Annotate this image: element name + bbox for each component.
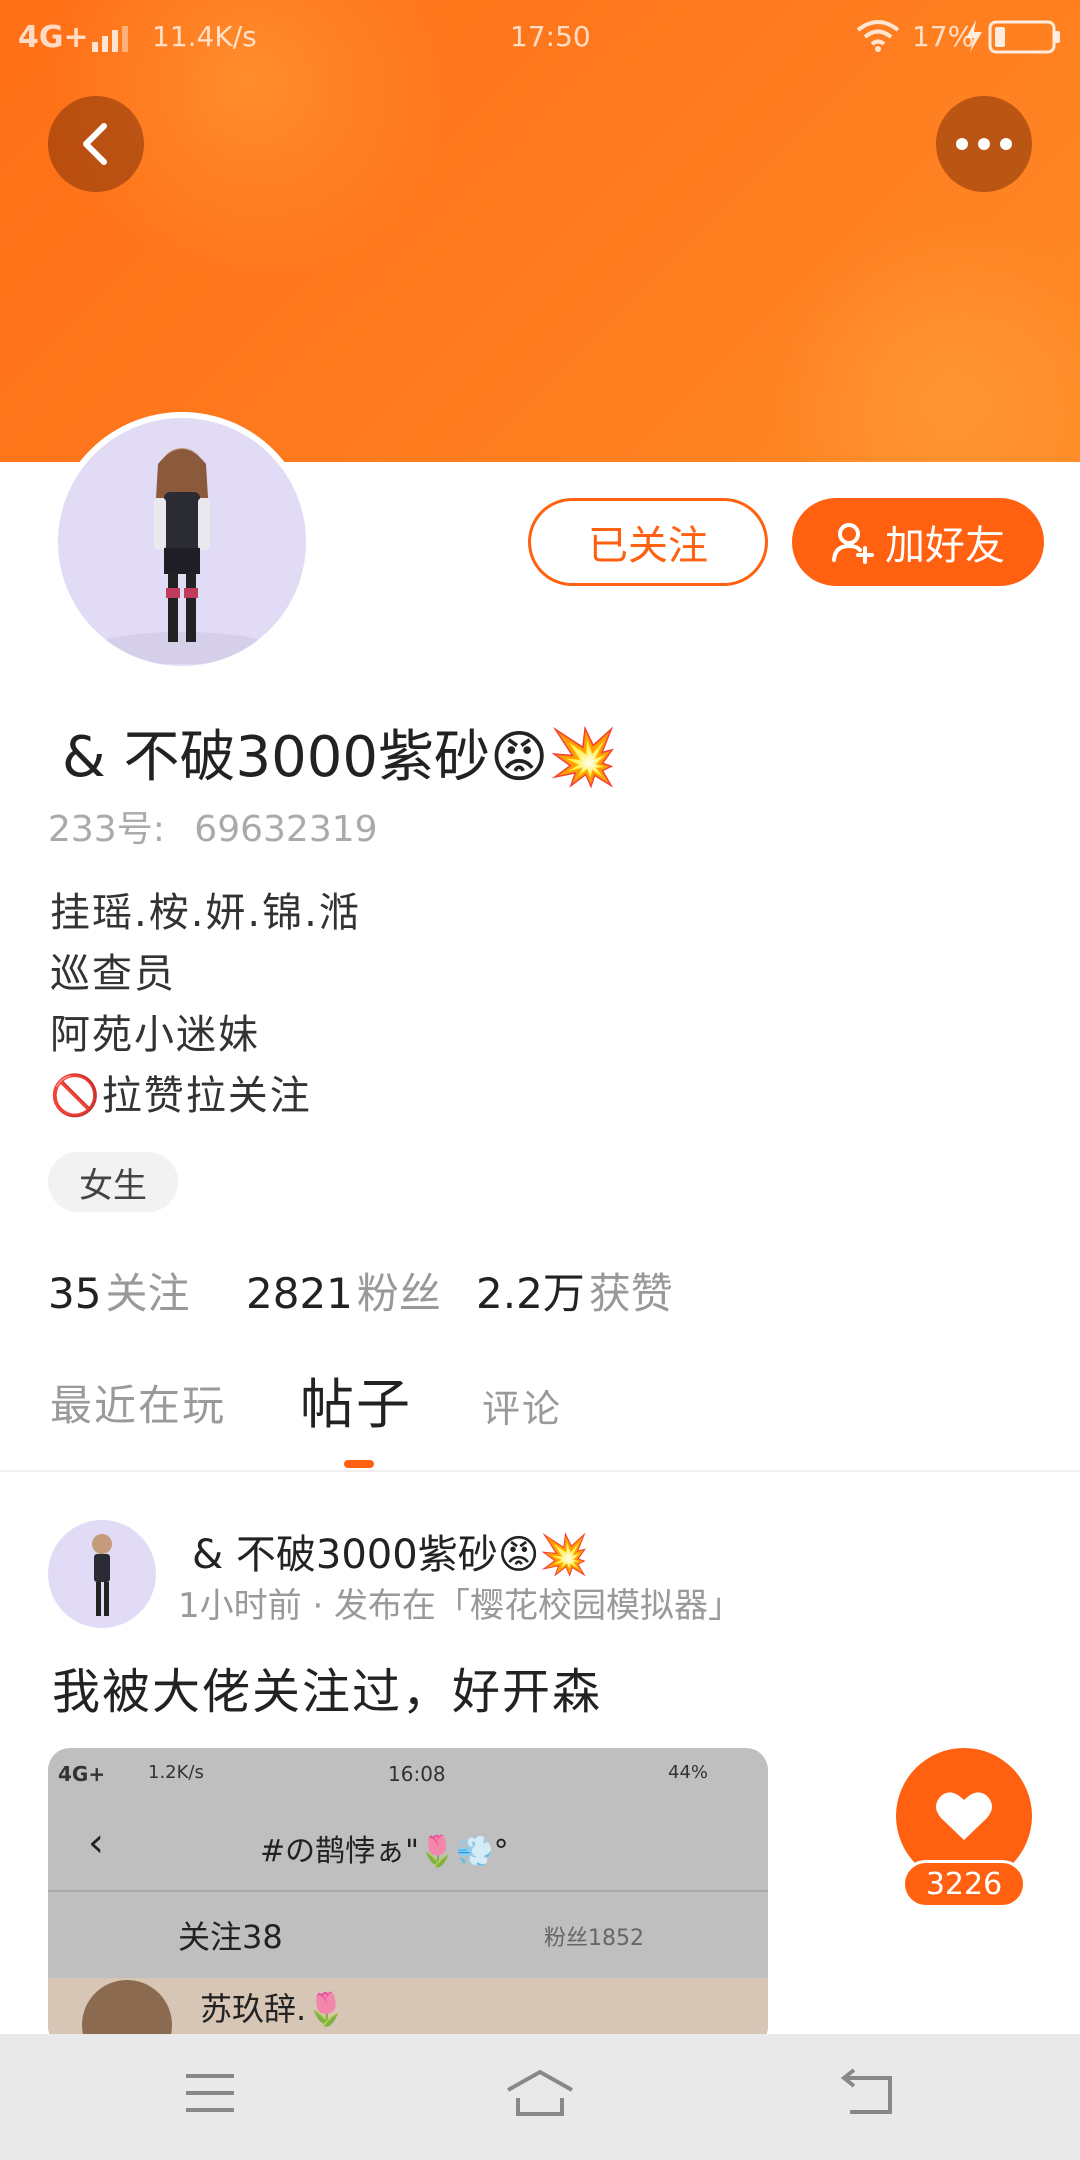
stat-fans-label: 粉丝 bbox=[356, 1269, 441, 1318]
user-id: 233号: 69632319 bbox=[48, 800, 378, 852]
add-friend-label: 加好友 bbox=[885, 523, 1005, 569]
wifi-icon bbox=[856, 18, 900, 56]
bio-line: 阿苑小迷妹 bbox=[50, 1012, 260, 1058]
embedded-tab-fans: 粉丝1852 bbox=[544, 1926, 644, 1951]
stat-fans[interactable]: 2821粉丝 bbox=[246, 1260, 441, 1321]
stat-following[interactable]: 35关注 bbox=[48, 1260, 189, 1321]
followed-button[interactable]: 已关注 bbox=[528, 498, 768, 586]
active-tab-indicator bbox=[344, 1460, 374, 1468]
embedded-back-icon: ‹ bbox=[88, 1820, 104, 1866]
add-friend-icon bbox=[832, 523, 874, 564]
more-dots-icon bbox=[956, 138, 1012, 150]
heart-icon bbox=[936, 1792, 992, 1840]
like-count: 3226 bbox=[902, 1860, 1026, 1908]
menu-icon bbox=[186, 2074, 234, 2112]
home-icon bbox=[507, 2069, 573, 2116]
embedded-network: 4G+ bbox=[58, 1762, 106, 1786]
post-text: 我被大佬关注过，好开森 bbox=[52, 1664, 603, 1720]
add-friend-button[interactable]: 加好友 bbox=[792, 498, 1044, 586]
return-icon bbox=[840, 2068, 892, 2114]
battery-icon bbox=[988, 20, 1062, 58]
stat-likes: 2.2万获赞 bbox=[476, 1260, 673, 1321]
tab-comments[interactable]: 评论 bbox=[482, 1378, 562, 1433]
embedded-first-user: 苏玖辞.🌷 bbox=[200, 1990, 347, 2028]
network-type: 4G+ bbox=[18, 20, 89, 55]
user-id-value: 69632319 bbox=[194, 809, 378, 850]
net-speed: 11.4K/s bbox=[152, 20, 257, 53]
profile-name: & 不破3000紫砂😡💥 bbox=[62, 725, 619, 790]
more-button[interactable] bbox=[936, 96, 1032, 192]
stat-fans-count: 2821 bbox=[246, 1269, 353, 1318]
embedded-time: 16:08 bbox=[388, 1762, 446, 1786]
avatar-image bbox=[58, 418, 306, 666]
followed-label: 已关注 bbox=[588, 523, 708, 569]
user-id-label: 233号: bbox=[48, 809, 165, 850]
signal-icon bbox=[92, 26, 132, 58]
bio-line: 🚫拉赞拉关注 bbox=[50, 1073, 312, 1119]
chevron-left-icon bbox=[83, 123, 107, 165]
stat-likes-label: 获赞 bbox=[588, 1269, 673, 1318]
stat-likes-count: 2.2万 bbox=[476, 1269, 585, 1318]
back-button[interactable] bbox=[48, 96, 144, 192]
post-image[interactable]: 4G+ 1.2K/s 16:08 44% ‹ #の鹊悖ぁ"🌷💨° 关注38 粉丝… bbox=[48, 1748, 768, 2048]
stat-following-label: 关注 bbox=[105, 1269, 190, 1318]
embedded-battery: 44% bbox=[668, 1762, 709, 1783]
embedded-title: #の鹊悖ぁ"🌷💨° bbox=[260, 1834, 509, 1869]
gender-tag: 女生 bbox=[48, 1152, 178, 1212]
profile-header-banner bbox=[0, 0, 1080, 462]
embedded-divider bbox=[48, 1890, 768, 1892]
tab-posts[interactable]: 帖子 bbox=[300, 1360, 412, 1439]
profile-avatar[interactable] bbox=[52, 412, 312, 672]
post-author-name[interactable]: & 不破3000紫砂😡💥 bbox=[192, 1522, 589, 1580]
bio-line: 挂瑶.桉.妍.锦.湉 bbox=[50, 890, 361, 936]
clock: 17:50 bbox=[510, 20, 591, 53]
home-button[interactable] bbox=[504, 2068, 576, 2124]
back-nav-button[interactable] bbox=[840, 2068, 896, 2122]
stat-following-count: 35 bbox=[48, 1269, 102, 1318]
tab-recent-games[interactable]: 最近在玩 bbox=[50, 1372, 226, 1433]
menu-button[interactable] bbox=[182, 2070, 238, 2120]
embedded-speed: 1.2K/s bbox=[148, 1762, 204, 1783]
tab-divider bbox=[0, 1470, 1080, 1472]
charging-icon bbox=[964, 20, 984, 56]
bio-line: 巡查员 bbox=[50, 951, 176, 997]
post-meta: 1小时前 · 发布在「樱花校园模拟器」 bbox=[178, 1586, 743, 1626]
embedded-tab-following: 关注38 bbox=[178, 1918, 283, 1956]
post-author-avatar[interactable] bbox=[48, 1520, 156, 1628]
